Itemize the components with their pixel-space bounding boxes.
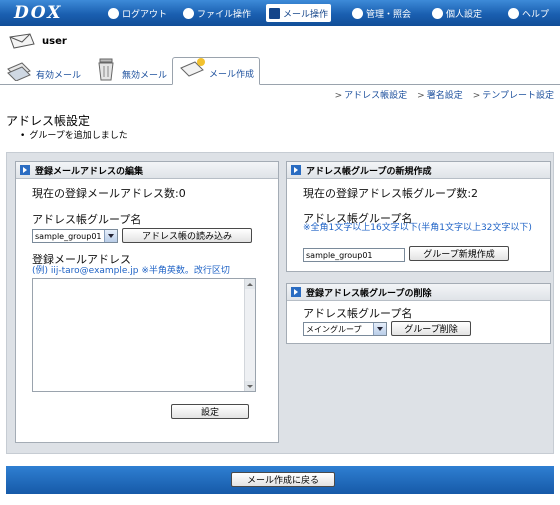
address-count: 現在の登録メールアドレス数:0 [32,187,186,200]
new-group-name-value: sample_group01 [306,250,373,260]
content-area: 登録メールアドレスの編集 現在の登録メールアドレス数:0 アドレス帳グループ名 … [6,152,554,454]
edit-addresses-header: 登録メールアドレスの編集 [16,162,278,179]
textarea-scrollbar[interactable] [244,279,255,391]
section-arrow-icon [291,287,301,297]
address-label: 登録メールアドレス [32,253,131,266]
tab-compose-mail-label: メール作成 [209,70,255,80]
delete-group-header: 登録アドレス帳グループの削除 [287,284,550,301]
nav-admin[interactable]: 管理・照会 [352,4,411,22]
help-icon [508,7,519,19]
user-info: user [8,31,67,51]
page-title: アドレス帳設定 [6,114,91,128]
link-address-book-settings-label: アドレス帳設定 [344,91,408,101]
user-name: user [42,35,67,47]
trash-icon [92,57,120,81]
nav-file-ops-label: ファイル操作 [197,9,252,20]
mail-icon [269,7,280,19]
top-nav-bar: DOX ログアウト ファイル操作 メール操作 管理・照会 個人設定 ヘルプ [0,0,560,26]
group-select-value: sample_group01 [35,231,102,241]
address-format-note: (例) iij-taro@example.jp ※半角英数。改行区切 [32,266,230,276]
status-message: グループを追加しました [20,128,127,141]
nav-personal-settings[interactable]: 個人設定 [432,4,482,22]
nav-mail-ops-label: メール操作 [283,9,329,20]
delete-group-select[interactable]: メイングループ [303,322,387,336]
footer-bar: メール作成に戻る [6,466,554,494]
nav-mail-ops[interactable]: メール操作 [266,4,332,22]
back-to-compose-button[interactable]: メール作成に戻る [231,472,335,487]
power-icon [108,7,119,19]
delete-group-panel: 登録アドレス帳グループの削除 アドレス帳グループ名 メイングループ グループ削除 [286,283,551,344]
edit-addresses-title: 登録メールアドレスの編集 [35,166,144,177]
new-group-name-input[interactable]: sample_group01 [303,248,405,262]
nav-admin-label: 管理・照会 [366,9,412,20]
compose-mail-icon [179,56,207,80]
tab-compose-mail[interactable]: メール作成 [172,57,260,85]
tab-invalid-mail-label: 無効メール [122,71,168,81]
valid-mail-icon [6,57,34,82]
edit-addresses-panel: 登録メールアドレスの編集 現在の登録メールアドレス数:0 アドレス帳グループ名 … [15,161,279,443]
section-arrow-icon [291,165,301,175]
scroll-down-icon[interactable] [245,381,255,391]
group-name-label: アドレス帳グループ名 [32,213,142,226]
admin-icon [352,7,363,19]
chevron-down-icon [373,323,386,335]
settings-links: > アドレス帳設定 > 署名設定 > テンプレート設定 [335,88,554,101]
address-textarea[interactable] [32,278,256,392]
app-logo: DOX [14,3,63,23]
link-address-book-settings[interactable]: > アドレス帳設定 [335,88,408,101]
create-group-header: アドレス帳グループの新規作成 [287,162,550,179]
create-group-title: アドレス帳グループの新規作成 [306,166,432,177]
create-group-panel: アドレス帳グループの新規作成 現在の登録アドレス帳グループ数:2 アドレス帳グル… [286,161,551,272]
person-icon [432,7,443,19]
tab-invalid-mail[interactable]: 無効メール [92,58,168,85]
group-name-rule-note: ※全角1文字以上16文字以下(半角1文字以上32文字以下) [303,223,532,233]
envelope-icon [8,32,36,50]
chevron-down-icon [104,230,117,242]
delete-group-button[interactable]: グループ削除 [391,321,471,336]
section-arrow-icon [20,165,30,175]
link-template-settings-label: テンプレート設定 [482,91,554,101]
tab-valid-mail[interactable]: 有効メール [6,58,86,85]
load-address-book-button[interactable]: アドレス帳の読み込み [122,228,252,243]
nav-logout-label: ログアウト [122,9,168,20]
delete-group-select-value: メイングループ [306,324,362,334]
group-select[interactable]: sample_group01 [32,229,118,243]
delete-group-title: 登録アドレス帳グループの削除 [306,288,432,299]
link-signature-settings[interactable]: > 署名設定 [417,88,463,101]
create-group-button[interactable]: グループ新規作成 [409,246,509,261]
submit-button[interactable]: 設定 [171,404,249,419]
delete-group-name-label: アドレス帳グループ名 [303,307,413,320]
nav-personal-settings-label: 個人設定 [446,9,483,20]
nav-help-label: ヘルプ [522,9,550,20]
scroll-up-icon[interactable] [245,279,255,289]
link-template-settings[interactable]: > テンプレート設定 [473,88,554,101]
file-icon [183,7,194,19]
nav-logout[interactable]: ログアウト [108,4,167,22]
tab-valid-mail-label: 有効メール [36,71,82,81]
group-count: 現在の登録アドレス帳グループ数:2 [303,187,479,200]
link-signature-settings-label: 署名設定 [426,91,463,101]
nav-file-ops[interactable]: ファイル操作 [183,4,251,22]
nav-help[interactable]: ヘルプ [508,4,549,22]
